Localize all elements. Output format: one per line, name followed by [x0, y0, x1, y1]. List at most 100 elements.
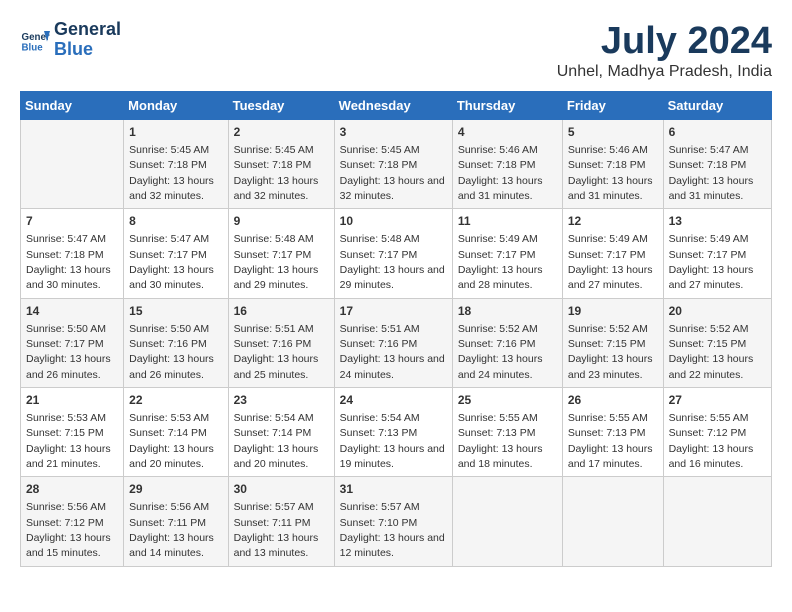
- day-info: Sunrise: 5:46 AMSunset: 7:18 PMDaylight:…: [458, 144, 543, 202]
- title-area: July 2024 Unhel, Madhya Pradesh, India: [557, 20, 772, 81]
- day-number: 27: [669, 392, 766, 409]
- day-number: 2: [234, 124, 329, 141]
- day-info: Sunrise: 5:53 AMSunset: 7:14 PMDaylight:…: [129, 412, 214, 470]
- cell-w0-d6: 6Sunrise: 5:47 AMSunset: 7:18 PMDaylight…: [663, 120, 771, 209]
- day-number: 24: [340, 392, 447, 409]
- day-number: 20: [669, 303, 766, 320]
- cell-w1-d5: 12Sunrise: 5:49 AMSunset: 7:17 PMDayligh…: [562, 209, 663, 298]
- day-number: 18: [458, 303, 557, 320]
- day-number: 26: [568, 392, 658, 409]
- cell-w1-d3: 10 Sunrise: 5:48 AMSunset: 7:17 PMDayligh…: [334, 209, 452, 298]
- cell-w2-d5: 19Sunrise: 5:52 AMSunset: 7:15 PMDayligh…: [562, 298, 663, 387]
- day-number: 29: [129, 481, 222, 498]
- day-info: Sunrise: 5:47 AMSunset: 7:18 PMDaylight:…: [26, 233, 111, 291]
- cell-w4-d4: [452, 477, 562, 566]
- header-thursday: Thursday: [452, 92, 562, 120]
- header-friday: Friday: [562, 92, 663, 120]
- header-monday: Monday: [124, 92, 228, 120]
- cell-w3-d5: 26 Sunrise: 5:55 AMSunset: 7:13 PMDayligh…: [562, 388, 663, 477]
- day-info: Sunrise: 5:50 AMSunset: 7:16 PMDaylight:…: [129, 323, 214, 381]
- week-row-2: 7 Sunrise: 5:47 AMSunset: 7:18 PMDaylight…: [21, 209, 772, 298]
- day-info: Sunrise: 5:48 AMSunset: 7:17 PMDaylight:…: [234, 233, 319, 291]
- day-info: Sunrise: 5:45 AMSunset: 7:18 PMDaylight:…: [340, 144, 445, 202]
- header-saturday: Saturday: [663, 92, 771, 120]
- cell-w3-d0: 21 Sunrise: 5:53 AMSunset: 7:15 PMDayligh…: [21, 388, 124, 477]
- cell-w0-d3: 3 Sunrise: 5:45 AMSunset: 7:18 PMDaylight…: [334, 120, 452, 209]
- day-info: Sunrise: 5:49 AMSunset: 7:17 PMDaylight:…: [669, 233, 754, 291]
- cell-w4-d3: 31 Sunrise: 5:57 AMSunset: 7:10 PMDayligh…: [334, 477, 452, 566]
- cell-w2-d0: 14 Sunrise: 5:50 AMSunset: 7:17 PMDayligh…: [21, 298, 124, 387]
- day-number: 17: [340, 303, 447, 320]
- cell-w4-d1: 29Sunrise: 5:56 AMSunset: 7:11 PMDayligh…: [124, 477, 228, 566]
- day-number: 30: [234, 481, 329, 498]
- logo-text: General Blue: [54, 20, 121, 60]
- cell-w4-d2: 30 Sunrise: 5:57 AMSunset: 7:11 PMDayligh…: [228, 477, 334, 566]
- day-number: 31: [340, 481, 447, 498]
- calendar-table: Sunday Monday Tuesday Wednesday Thursday…: [20, 91, 772, 567]
- week-row-5: 28 Sunrise: 5:56 AMSunset: 7:12 PMDayligh…: [21, 477, 772, 566]
- header-sunday: Sunday: [21, 92, 124, 120]
- cell-w0-d0: [21, 120, 124, 209]
- day-info: Sunrise: 5:54 AMSunset: 7:13 PMDaylight:…: [340, 412, 445, 470]
- day-info: Sunrise: 5:57 AMSunset: 7:11 PMDaylight:…: [234, 501, 319, 559]
- header-tuesday: Tuesday: [228, 92, 334, 120]
- day-number: 3: [340, 124, 447, 141]
- day-number: 13: [669, 213, 766, 230]
- day-number: 5: [568, 124, 658, 141]
- day-info: Sunrise: 5:53 AMSunset: 7:15 PMDaylight:…: [26, 412, 111, 470]
- day-number: 14: [26, 303, 118, 320]
- day-number: 28: [26, 481, 118, 498]
- day-info: Sunrise: 5:52 AMSunset: 7:16 PMDaylight:…: [458, 323, 543, 381]
- subtitle: Unhel, Madhya Pradesh, India: [557, 63, 772, 81]
- day-info: Sunrise: 5:55 AMSunset: 7:13 PMDaylight:…: [568, 412, 653, 470]
- day-info: Sunrise: 5:48 AMSunset: 7:17 PMDaylight:…: [340, 233, 445, 291]
- header-wednesday: Wednesday: [334, 92, 452, 120]
- cell-w3-d1: 22 Sunrise: 5:53 AMSunset: 7:14 PMDayligh…: [124, 388, 228, 477]
- cell-w4-d5: [562, 477, 663, 566]
- day-number: 4: [458, 124, 557, 141]
- svg-text:Blue: Blue: [22, 42, 44, 53]
- day-number: 23: [234, 392, 329, 409]
- cell-w2-d1: 15Sunrise: 5:50 AMSunset: 7:16 PMDayligh…: [124, 298, 228, 387]
- cell-w3-d3: 24 Sunrise: 5:54 AMSunset: 7:13 PMDayligh…: [334, 388, 452, 477]
- day-info: Sunrise: 5:57 AMSunset: 7:10 PMDaylight:…: [340, 501, 445, 559]
- day-number: 8: [129, 213, 222, 230]
- cell-w0-d2: 2Sunrise: 5:45 AMSunset: 7:18 PMDaylight…: [228, 120, 334, 209]
- day-number: 9: [234, 213, 329, 230]
- cell-w0-d4: 4 Sunrise: 5:46 AMSunset: 7:18 PMDaylight…: [452, 120, 562, 209]
- day-info: Sunrise: 5:55 AMSunset: 7:12 PMDaylight:…: [669, 412, 754, 470]
- logo-icon: General Blue: [20, 25, 50, 55]
- cell-w2-d3: 17 Sunrise: 5:51 AMSunset: 7:16 PMDayligh…: [334, 298, 452, 387]
- week-row-3: 14 Sunrise: 5:50 AMSunset: 7:17 PMDayligh…: [21, 298, 772, 387]
- cell-w1-d1: 8Sunrise: 5:47 AMSunset: 7:17 PMDaylight…: [124, 209, 228, 298]
- day-number: 16: [234, 303, 329, 320]
- day-number: 21: [26, 392, 118, 409]
- cell-w1-d4: 11Sunrise: 5:49 AMSunset: 7:17 PMDayligh…: [452, 209, 562, 298]
- day-number: 1: [129, 124, 222, 141]
- cell-w0-d5: 5Sunrise: 5:46 AMSunset: 7:18 PMDaylight…: [562, 120, 663, 209]
- logo: General Blue General Blue: [20, 20, 121, 60]
- main-title: July 2024: [557, 20, 772, 63]
- cell-w1-d0: 7 Sunrise: 5:47 AMSunset: 7:18 PMDaylight…: [21, 209, 124, 298]
- day-number: 10: [340, 213, 447, 230]
- day-info: Sunrise: 5:45 AMSunset: 7:18 PMDaylight:…: [129, 144, 214, 202]
- day-number: 12: [568, 213, 658, 230]
- cell-w4-d6: [663, 477, 771, 566]
- day-info: Sunrise: 5:50 AMSunset: 7:17 PMDaylight:…: [26, 323, 111, 381]
- day-number: 11: [458, 213, 557, 230]
- day-number: 22: [129, 392, 222, 409]
- day-info: Sunrise: 5:51 AMSunset: 7:16 PMDaylight:…: [234, 323, 319, 381]
- week-row-1: 1 Sunrise: 5:45 AMSunset: 7:18 PMDaylight…: [21, 120, 772, 209]
- week-row-4: 21 Sunrise: 5:53 AMSunset: 7:15 PMDayligh…: [21, 388, 772, 477]
- day-number: 7: [26, 213, 118, 230]
- cell-w1-d6: 13 Sunrise: 5:49 AMSunset: 7:17 PMDayligh…: [663, 209, 771, 298]
- cell-w1-d2: 9 Sunrise: 5:48 AMSunset: 7:17 PMDaylight…: [228, 209, 334, 298]
- header-row: Sunday Monday Tuesday Wednesday Thursday…: [21, 92, 772, 120]
- cell-w3-d2: 23Sunrise: 5:54 AMSunset: 7:14 PMDayligh…: [228, 388, 334, 477]
- day-info: Sunrise: 5:56 AMSunset: 7:12 PMDaylight:…: [26, 501, 111, 559]
- day-number: 25: [458, 392, 557, 409]
- day-info: Sunrise: 5:52 AMSunset: 7:15 PMDaylight:…: [669, 323, 754, 381]
- day-number: 6: [669, 124, 766, 141]
- cell-w2-d2: 16 Sunrise: 5:51 AMSunset: 7:16 PMDayligh…: [228, 298, 334, 387]
- day-info: Sunrise: 5:51 AMSunset: 7:16 PMDaylight:…: [340, 323, 445, 381]
